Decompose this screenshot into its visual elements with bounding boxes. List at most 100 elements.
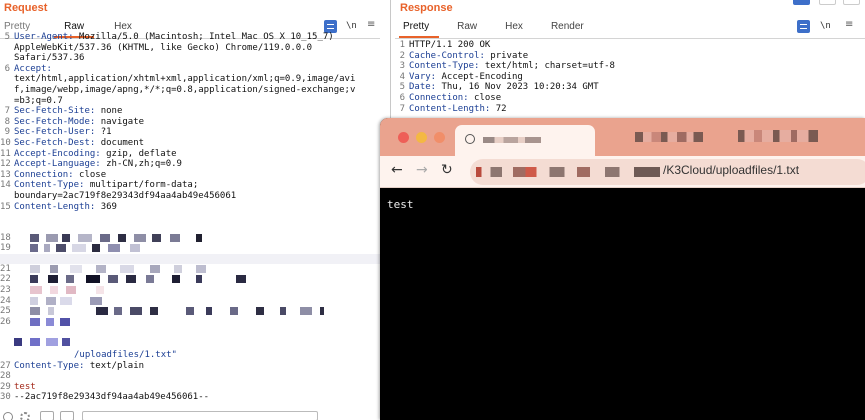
header-key: Sec-Fetch-Dest: [14,137,96,148]
header-value: document [95,137,145,148]
header-value: test [14,381,36,392]
reload-icon[interactable]: ↻ [441,162,453,178]
redaction-block [46,234,58,242]
page-content-text: test [387,198,414,211]
tab-render[interactable]: Render [541,19,594,38]
code-line: 5 Date: Thu, 16 Nov 2023 10:20:34 GMT [395,82,865,93]
close-window-button[interactable] [398,132,409,143]
redaction-block [174,265,182,273]
redaction-block [48,307,54,315]
code-line: 1 HTTP/1.1 200 OK [395,40,865,51]
panel-divider[interactable] [390,0,391,118]
line-number [0,74,10,85]
next-match-button[interactable] [60,411,74,420]
line-number: 2 [399,50,405,61]
line-number: 15 [0,201,11,212]
hamburger-menu-icon[interactable]: ≡ [845,19,853,30]
redacted-line: 20 [0,254,380,264]
header-key: Content-Length: [409,103,491,114]
response-editor[interactable]: 1 HTTP/1.1 200 OK 2 Cache-Control: private 3… [395,40,865,114]
newline-toggle[interactable]: \n [820,21,831,31]
url-path[interactable]: /K3Cloud/uploadfiles/1.txt [663,163,799,177]
tab-hex[interactable]: Hex [495,19,533,38]
code-line: 27 Content-Type: text/plain [0,361,380,372]
header-value: zh-CN,zh;q=0.9 [100,159,182,170]
layout-horizontal-icon[interactable] [819,0,836,5]
search-input[interactable] [82,411,318,420]
code-line: 6 Connection: close [395,93,865,104]
redaction-block [96,286,104,294]
header-key: Sec-Fetch-User: [14,127,96,138]
redaction-block [256,307,264,315]
redaction-block [30,307,40,315]
redaction-block [72,244,86,252]
redaction-block [56,244,66,252]
redaction-block [206,307,212,315]
redaction-block [96,307,108,315]
hamburger-menu-icon[interactable]: ≡ [367,19,375,30]
header-value: 72 [490,103,507,114]
header-key: Content-Type: [409,61,480,72]
redaction-block [108,275,118,283]
request-body-tail: /uploadfiles/1.txt" 27 Content-Type: text… [0,350,380,403]
redaction-block [46,318,54,326]
browser-tab-redacted[interactable] [635,132,703,142]
request-editor[interactable]: 5 User-Agent: Mozilla/5.0 (Macintosh; Int… [0,32,380,212]
redaction-block [320,307,324,315]
header-value: text/html,application/xhtml+xml,applicat… [14,74,356,85]
line-number [0,53,10,64]
minimize-window-button[interactable] [416,132,427,143]
back-arrow-icon[interactable]: ← [391,162,403,178]
response-tab-divider [395,38,865,39]
tab-pretty[interactable]: Pretty [399,19,440,38]
redaction-block [100,234,110,242]
redaction-block [146,275,154,283]
code-line: 5 User-Agent: Mozilla/5.0 (Macintosh; Int… [0,32,380,43]
redaction-block [46,338,58,346]
redaction-block [86,275,100,283]
browser-tab-active[interactable] [455,125,595,156]
newline-toggle[interactable]: \n [346,21,357,31]
settings-gear-icon[interactable] [20,412,30,420]
redaction-block [50,286,58,294]
header-key: Connection: [409,92,469,103]
header-value: text/html; charset=utf-8 [479,61,615,72]
layout-split-icon[interactable] [793,0,810,5]
line-number [0,96,10,107]
help-icon[interactable] [3,412,13,420]
tab-raw[interactable]: Raw [447,19,487,38]
header-key: Content-Length: [14,201,96,212]
redaction-block [236,275,246,283]
code-line: 10 Sec-Fetch-Dest: document [0,138,380,149]
line-number: 8 [4,116,10,127]
code-line: text/html,application/xhtml+xml,applicat… [0,74,380,85]
code-line: boundary=2ac719f8e29343df94aa4ab49e45606… [0,191,380,202]
line-number: 27 [0,360,11,371]
redacted-line: 26 [0,317,380,327]
redacted-line: 24 [0,296,380,306]
header-value: none [95,106,123,117]
redacted-line: 22 [0,274,380,284]
redacted-line [0,337,380,347]
maximize-window-button[interactable] [434,132,445,143]
browser-tab-redacted[interactable] [738,130,818,142]
redaction-block [66,275,74,283]
layout-vertical-icon[interactable] [843,0,860,5]
url-host-redacted [476,167,660,177]
header-key: Accept-Encoding: [14,148,101,159]
message-actions-icon[interactable] [797,20,810,33]
previous-match-button[interactable] [40,411,54,420]
redaction-block [108,244,120,252]
header-key: Date: [409,82,437,93]
line-number: 18 [0,233,11,243]
header-key: Accept-Language: [14,159,101,170]
line-number: 7 [399,103,405,114]
header-value: f,image/webp,image/apng,*/*;q=0.8,applic… [14,84,356,95]
redaction-block [30,234,39,242]
line-number: 10 [0,137,11,148]
forward-arrow-icon[interactable]: → [416,162,428,178]
line-number: 14 [0,180,11,191]
code-line: 7 Sec-Fetch-Site: none [0,106,380,117]
header-value: =b3;q=0.7 [14,95,63,106]
redaction-block [30,286,42,294]
